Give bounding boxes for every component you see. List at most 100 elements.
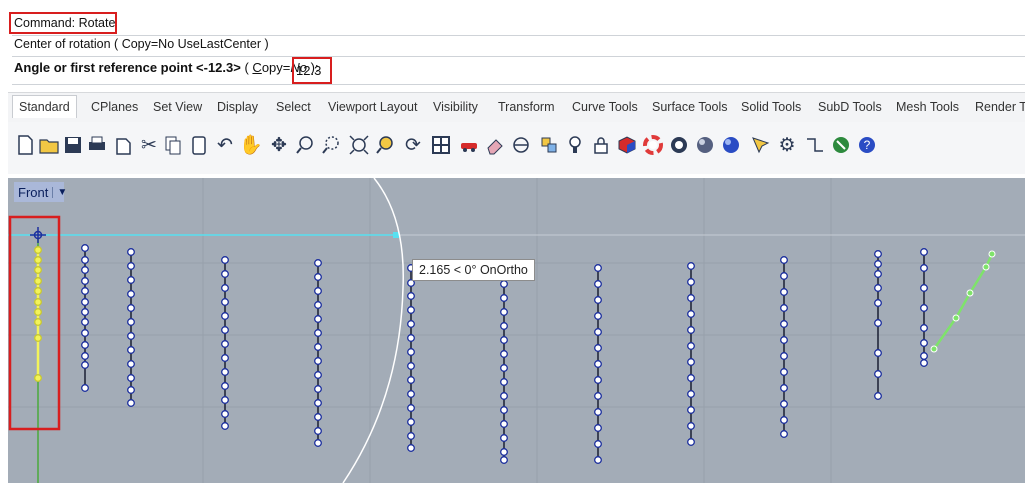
- control-point[interactable]: [594, 280, 602, 288]
- control-point[interactable]: [221, 382, 229, 390]
- zoom-window-icon[interactable]: [320, 132, 342, 158]
- shaded-mode-icon[interactable]: [616, 132, 638, 158]
- control-point[interactable]: [874, 299, 882, 307]
- properties-icon[interactable]: [538, 132, 560, 158]
- control-point[interactable]: [221, 284, 229, 292]
- rotate-icon[interactable]: ⟳: [402, 132, 424, 158]
- control-point[interactable]: [81, 244, 89, 252]
- control-point[interactable]: [34, 298, 42, 306]
- control-point[interactable]: [920, 324, 928, 332]
- tab-render-tools[interactable]: Render To: [975, 100, 1025, 114]
- control-point[interactable]: [687, 422, 695, 430]
- tab-viewport-layout[interactable]: Viewport Layout: [328, 100, 417, 114]
- control-point[interactable]: [407, 404, 415, 412]
- control-point[interactable]: [780, 336, 788, 344]
- control-point[interactable]: [81, 266, 89, 274]
- control-point[interactable]: [34, 277, 42, 285]
- dimensions-icon[interactable]: [804, 132, 826, 158]
- control-point[interactable]: [127, 332, 135, 340]
- control-point[interactable]: [874, 260, 882, 268]
- control-point[interactable]: [81, 384, 89, 392]
- tab-subd-tools[interactable]: SubD Tools: [818, 100, 882, 114]
- copy-option-hotkey[interactable]: C: [252, 60, 261, 75]
- control-point[interactable]: [314, 385, 322, 393]
- control-point[interactable]: [314, 329, 322, 337]
- control-point[interactable]: [81, 277, 89, 285]
- control-point[interactable]: [221, 340, 229, 348]
- control-point[interactable]: [34, 246, 42, 254]
- control-point[interactable]: [314, 287, 322, 295]
- control-point[interactable]: [594, 408, 602, 416]
- control-point[interactable]: [34, 374, 42, 382]
- control-point[interactable]: [687, 294, 695, 302]
- tab-select[interactable]: Select: [276, 100, 311, 114]
- control-point[interactable]: [500, 448, 508, 456]
- control-point[interactable]: [34, 287, 42, 295]
- control-point[interactable]: [34, 334, 42, 342]
- control-point[interactable]: [780, 400, 788, 408]
- control-point[interactable]: [780, 256, 788, 264]
- rotate-view-icon[interactable]: ✥: [268, 132, 290, 158]
- tab-standard[interactable]: Standard: [12, 95, 77, 118]
- control-point[interactable]: [81, 352, 89, 360]
- control-point[interactable]: [687, 390, 695, 398]
- color-wheel-icon[interactable]: [642, 132, 664, 158]
- control-point[interactable]: [500, 336, 508, 344]
- pan-icon[interactable]: ✋: [239, 132, 263, 158]
- zoom-extents-icon[interactable]: [348, 132, 370, 158]
- control-point[interactable]: [127, 262, 135, 270]
- copy-icon[interactable]: [162, 132, 184, 158]
- control-point[interactable]: [920, 264, 928, 272]
- control-point[interactable]: [127, 276, 135, 284]
- control-point[interactable]: [500, 322, 508, 330]
- control-point[interactable]: [407, 348, 415, 356]
- control-point[interactable]: [34, 318, 42, 326]
- control-point[interactable]: [407, 362, 415, 370]
- control-point[interactable]: [874, 319, 882, 327]
- control-point[interactable]: [874, 284, 882, 292]
- control-point[interactable]: [780, 416, 788, 424]
- tab-display[interactable]: Display: [217, 100, 258, 114]
- control-point[interactable]: [594, 440, 602, 448]
- control-point[interactable]: [500, 378, 508, 386]
- control-point[interactable]: [127, 290, 135, 298]
- control-point[interactable]: [81, 298, 89, 306]
- tab-set-view[interactable]: Set View: [153, 100, 202, 114]
- control-point[interactable]: [874, 392, 882, 400]
- four-viewports-icon[interactable]: [430, 132, 452, 158]
- control-point[interactable]: [874, 250, 882, 258]
- eraser-icon[interactable]: [484, 132, 506, 158]
- circle-toggle-icon[interactable]: [668, 132, 690, 158]
- control-point[interactable]: [221, 312, 229, 320]
- control-point[interactable]: [687, 342, 695, 350]
- control-point[interactable]: [407, 390, 415, 398]
- control-point[interactable]: [920, 339, 928, 347]
- control-point[interactable]: [780, 288, 788, 296]
- control-point[interactable]: [127, 346, 135, 354]
- control-point[interactable]: [127, 374, 135, 382]
- control-point[interactable]: [687, 374, 695, 382]
- tab-cplanes[interactable]: CPlanes: [91, 100, 138, 114]
- control-point[interactable]: [221, 368, 229, 376]
- control-point[interactable]: [221, 422, 229, 430]
- control-point[interactable]: [920, 248, 928, 256]
- control-point[interactable]: [500, 364, 508, 372]
- control-point[interactable]: [500, 420, 508, 428]
- control-point[interactable]: [687, 262, 695, 270]
- control-point[interactable]: [314, 371, 322, 379]
- control-point[interactable]: [780, 320, 788, 328]
- control-point[interactable]: [687, 326, 695, 334]
- control-point[interactable]: [314, 273, 322, 281]
- control-point[interactable]: [407, 306, 415, 314]
- control-point[interactable]: [594, 456, 602, 464]
- control-point[interactable]: [920, 359, 928, 367]
- control-point[interactable]: [594, 296, 602, 304]
- control-point[interactable]: [780, 384, 788, 392]
- control-point[interactable]: [780, 352, 788, 360]
- control-point[interactable]: [81, 256, 89, 264]
- save-icon[interactable]: [62, 132, 84, 158]
- control-point[interactable]: [500, 308, 508, 316]
- layer-icon[interactable]: [510, 132, 532, 158]
- control-point[interactable]: [81, 361, 89, 369]
- control-point[interactable]: [221, 354, 229, 362]
